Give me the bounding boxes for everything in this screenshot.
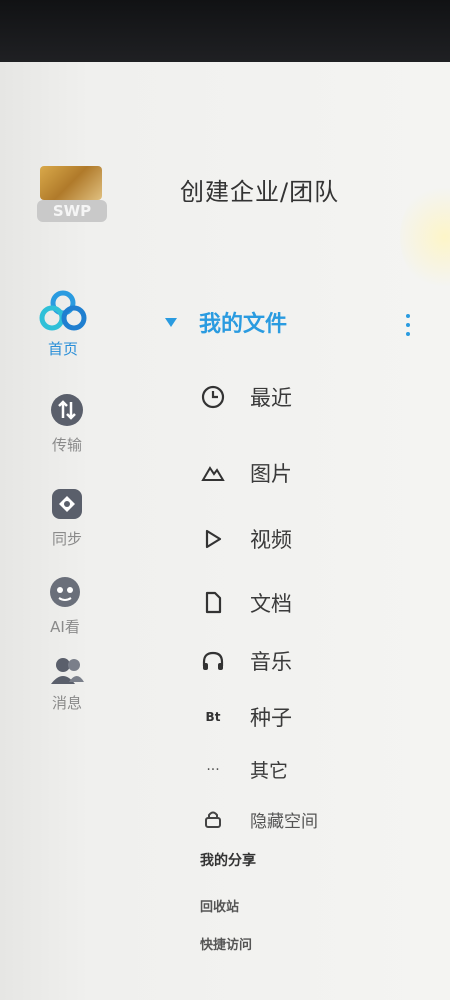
- rail-label-friends: 消息: [51, 694, 82, 712]
- lock-icon: [200, 806, 226, 832]
- tree-item-label: 其它: [250, 760, 289, 782]
- tree-item-recent[interactable]: 最近: [200, 382, 292, 412]
- caret-down-icon: [165, 317, 177, 327]
- tree-item-label: 文档: [250, 592, 292, 616]
- tree-item-label: 图片: [250, 462, 292, 486]
- avatar[interactable]: [40, 166, 102, 200]
- bt-icon: Bt: [205, 710, 221, 724]
- document-icon: [200, 590, 226, 616]
- tree-item-images[interactable]: 图片: [200, 458, 292, 488]
- tree-item-label: 视频: [250, 528, 292, 552]
- my-share-link[interactable]: 我的分享: [200, 850, 256, 870]
- rail-item-friends[interactable]: 消息: [32, 656, 102, 713]
- tree-item-label: 隐藏空间: [250, 811, 318, 832]
- rail-label-home: 首页: [47, 340, 78, 358]
- rail-label-transfer: 传输: [51, 436, 82, 454]
- monitor-bezel: [0, 0, 450, 62]
- tree-item-hidden-space[interactable]: 隐藏空间: [200, 806, 318, 832]
- avatar-badge: SWP: [37, 200, 107, 222]
- tree-root-label: 我的文件: [199, 312, 288, 337]
- transfer-icon: [51, 394, 83, 426]
- headphones-icon: [200, 648, 226, 674]
- recycle-bin-link[interactable]: 回收站: [200, 896, 239, 915]
- tree-item-docs[interactable]: 文档: [200, 588, 292, 618]
- rail-label-sync: 同步: [51, 530, 82, 548]
- tree-item-videos[interactable]: 视频: [200, 524, 292, 554]
- image-icon: [200, 460, 226, 486]
- tree-item-torrents[interactable]: Bt 种子: [200, 702, 292, 732]
- ai-face-icon: [50, 577, 80, 607]
- rail-label-ai: AI看: [50, 618, 80, 636]
- rail-item-transfer[interactable]: 传输: [32, 392, 102, 455]
- more-icon: ···: [206, 761, 220, 778]
- rail-item-home[interactable]: 首页: [28, 288, 98, 359]
- rail-item-sync[interactable]: 同步: [32, 486, 102, 549]
- tree-item-other[interactable]: ··· 其它: [200, 756, 288, 783]
- tree-item-label: 音乐: [250, 650, 292, 674]
- app-window: SWP 创建企业/团队 首页 传输 同步 AI看 消息 我的文件 最近 图片 视…: [0, 62, 450, 1000]
- sync-icon: [52, 489, 82, 519]
- tree-item-music[interactable]: 音乐: [200, 646, 292, 676]
- rail-item-ai[interactable]: AI看: [30, 574, 100, 637]
- clock-icon: [200, 384, 226, 410]
- tree-item-label: 最近: [250, 386, 292, 410]
- home-cloud-icon: [39, 290, 87, 331]
- light-glare: [400, 182, 450, 292]
- play-icon: [200, 526, 226, 552]
- tree-root-my-files[interactable]: 我的文件: [165, 306, 287, 338]
- friends-icon: [51, 658, 84, 684]
- create-team-link[interactable]: 创建企业/团队: [180, 172, 339, 207]
- tree-item-label: 种子: [250, 706, 292, 730]
- more-options-icon[interactable]: [406, 314, 412, 341]
- quick-access-link[interactable]: 快捷访问: [200, 934, 252, 953]
